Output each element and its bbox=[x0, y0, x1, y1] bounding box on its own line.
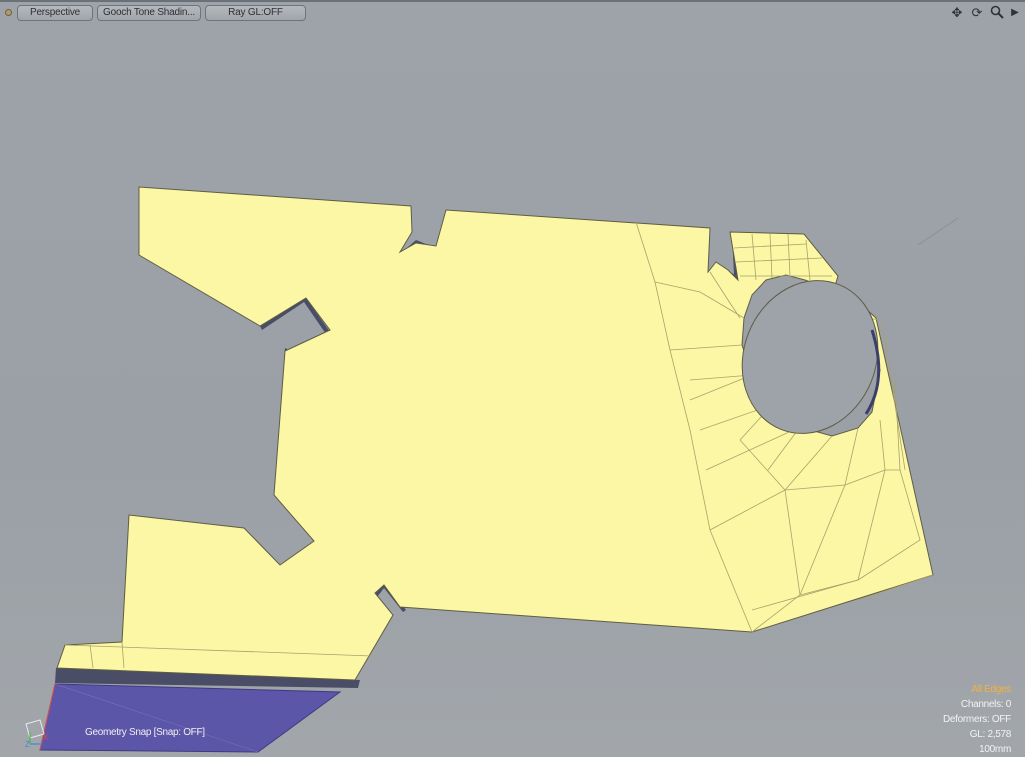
selection-mode-label: All Edges bbox=[971, 684, 1011, 695]
svg-text:Z: Z bbox=[25, 740, 30, 749]
grid-scale-label: 100mm bbox=[979, 744, 1011, 755]
background-edge bbox=[917, 217, 959, 246]
gl-count-label: GL: 2,578 bbox=[969, 729, 1012, 740]
viewport-canvas[interactable] bbox=[0, 0, 1025, 757]
svg-text:X: X bbox=[43, 733, 49, 742]
geometry-snap-label[interactable]: Geometry Snap [Snap: OFF] bbox=[85, 727, 205, 738]
deformers-label: Deformers: OFF bbox=[942, 714, 1011, 725]
axis-gizmo-icon: Z X bbox=[25, 719, 49, 749]
channels-label: Channels: 0 bbox=[960, 699, 1011, 710]
